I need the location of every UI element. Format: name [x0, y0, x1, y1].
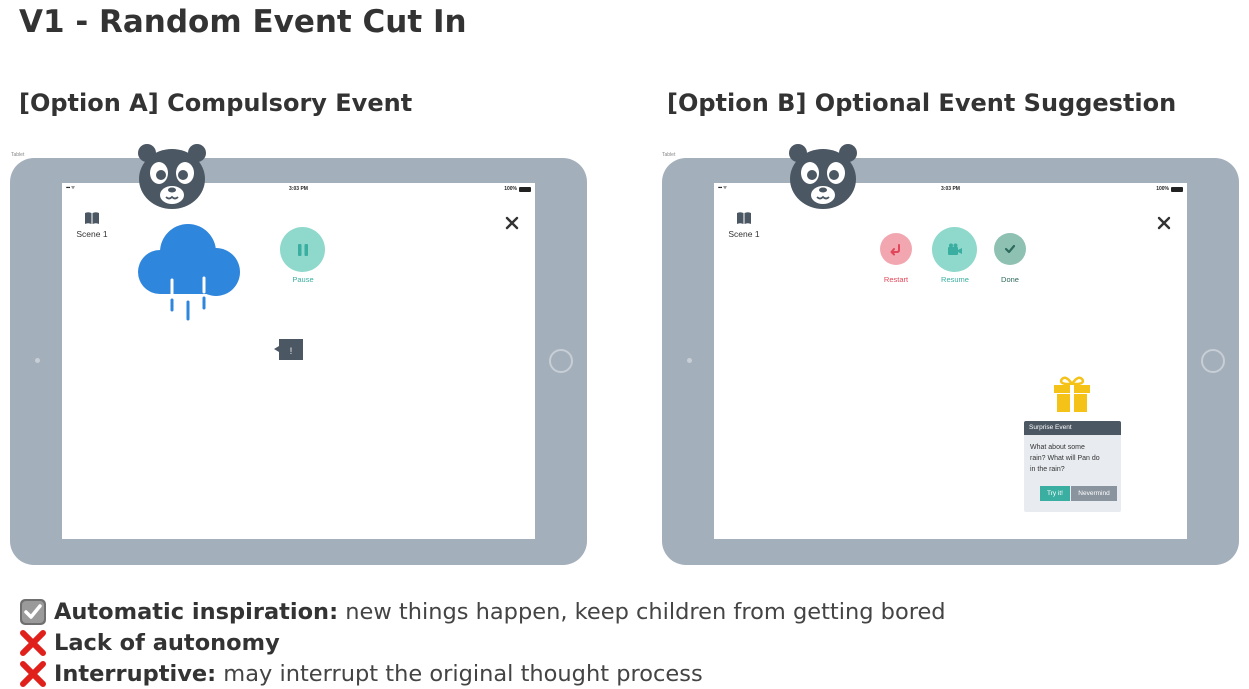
popup-body: What about some rain? What will Pan do i…: [1024, 435, 1121, 475]
tablet-b: ▪▪▪ ᯤ 3:03 PM 100% Scene 1 Restart Resum…: [662, 158, 1239, 565]
panda-icon[interactable]: [788, 143, 858, 209]
tablet-caption-b: Tablet: [662, 152, 676, 158]
battery-percent: 100%: [1156, 186, 1169, 192]
tablet-caption-a: Tablet: [11, 152, 25, 158]
pro-con-item: Lack of autonomy: [19, 629, 280, 657]
resume-button[interactable]: [932, 227, 977, 272]
alert-text: !: [290, 346, 293, 356]
battery-status: 100%: [504, 186, 531, 192]
home-button[interactable]: [549, 349, 573, 373]
tablet-screen-a: ▪▪▪ ᯤ 3:03 PM 100% Scene 1 Pause !: [62, 183, 535, 539]
battery-percent: 100%: [504, 186, 517, 192]
pro-con-text: may interrupt the original thought proce…: [216, 661, 703, 687]
surprise-event-popup: Surprise Event What about some rain? Wha…: [1024, 421, 1121, 512]
restart-icon: [890, 244, 900, 256]
resume-label: Resume: [941, 275, 969, 284]
status-bar: ▪▪▪ ᯤ 3:03 PM 100%: [714, 183, 1187, 195]
book-icon[interactable]: [84, 211, 100, 225]
tablet-screen-b: ▪▪▪ ᯤ 3:03 PM 100% Scene 1 Restart Resum…: [714, 183, 1187, 539]
restart-button[interactable]: [880, 233, 912, 265]
pause-icon: [297, 243, 308, 256]
panda-icon[interactable]: [137, 143, 207, 209]
pro-con-title: Lack of autonomy: [54, 630, 280, 656]
done-label: Done: [1001, 275, 1019, 284]
popup-body-line: What about some: [1030, 444, 1085, 451]
popup-buttons: Try it! Nevermind: [1040, 486, 1117, 501]
popup-body-line: in the rain?: [1030, 466, 1065, 473]
pro-con-title: Interruptive:: [54, 661, 217, 687]
status-bar: ▪▪▪ ᯤ 3:03 PM 100%: [62, 183, 535, 195]
try-it-button[interactable]: Try it!: [1040, 486, 1070, 501]
close-icon[interactable]: [505, 216, 519, 230]
status-time: 3:03 PM: [941, 186, 960, 192]
page-title: V1 - Random Event Cut In: [19, 4, 467, 40]
restart-label: Restart: [883, 275, 909, 284]
nevermind-button[interactable]: Nevermind: [1071, 486, 1117, 501]
gift-icon[interactable]: [1052, 375, 1092, 413]
book-icon[interactable]: [736, 211, 752, 225]
pro-con-text: new things happen, keep children from ge…: [338, 599, 946, 625]
cross-icon: [19, 629, 47, 657]
scene-label: Scene 1: [728, 229, 760, 239]
cloud-rain-icon: [138, 224, 240, 321]
pause-label: Pause: [292, 275, 314, 284]
done-button[interactable]: [994, 233, 1026, 265]
popup-header: Surprise Event: [1024, 421, 1121, 435]
camera-dot: [35, 358, 40, 363]
pause-button[interactable]: [280, 227, 325, 272]
battery-icon: [1171, 186, 1183, 192]
cross-icon: [19, 660, 47, 688]
pro-con-item: Automatic inspiration: new things happen…: [19, 598, 946, 626]
battery-icon: [519, 186, 531, 192]
home-button[interactable]: [1201, 349, 1225, 373]
close-icon[interactable]: [1157, 216, 1171, 230]
battery-status: 100%: [1156, 186, 1183, 192]
status-time: 3:03 PM: [289, 186, 308, 192]
checkbox-icon: [19, 598, 47, 626]
check-icon: [1004, 244, 1016, 254]
pro-con-title: Automatic inspiration:: [54, 599, 339, 625]
option-a-title: [Option A] Compulsory Event: [19, 89, 413, 117]
pro-con-item: Interruptive: may interrupt the original…: [19, 660, 703, 688]
scene-label: Scene 1: [76, 229, 108, 239]
camera-dot: [687, 358, 692, 363]
option-b-title: [Option B] Optional Event Suggestion: [667, 89, 1177, 117]
popup-body-line: rain? What will Pan do: [1030, 455, 1100, 462]
alert-bubble-icon: !: [274, 339, 303, 360]
camera-icon: [947, 243, 962, 255]
tablet-a: ▪▪▪ ᯤ 3:03 PM 100% Scene 1 Pause !: [10, 158, 587, 565]
